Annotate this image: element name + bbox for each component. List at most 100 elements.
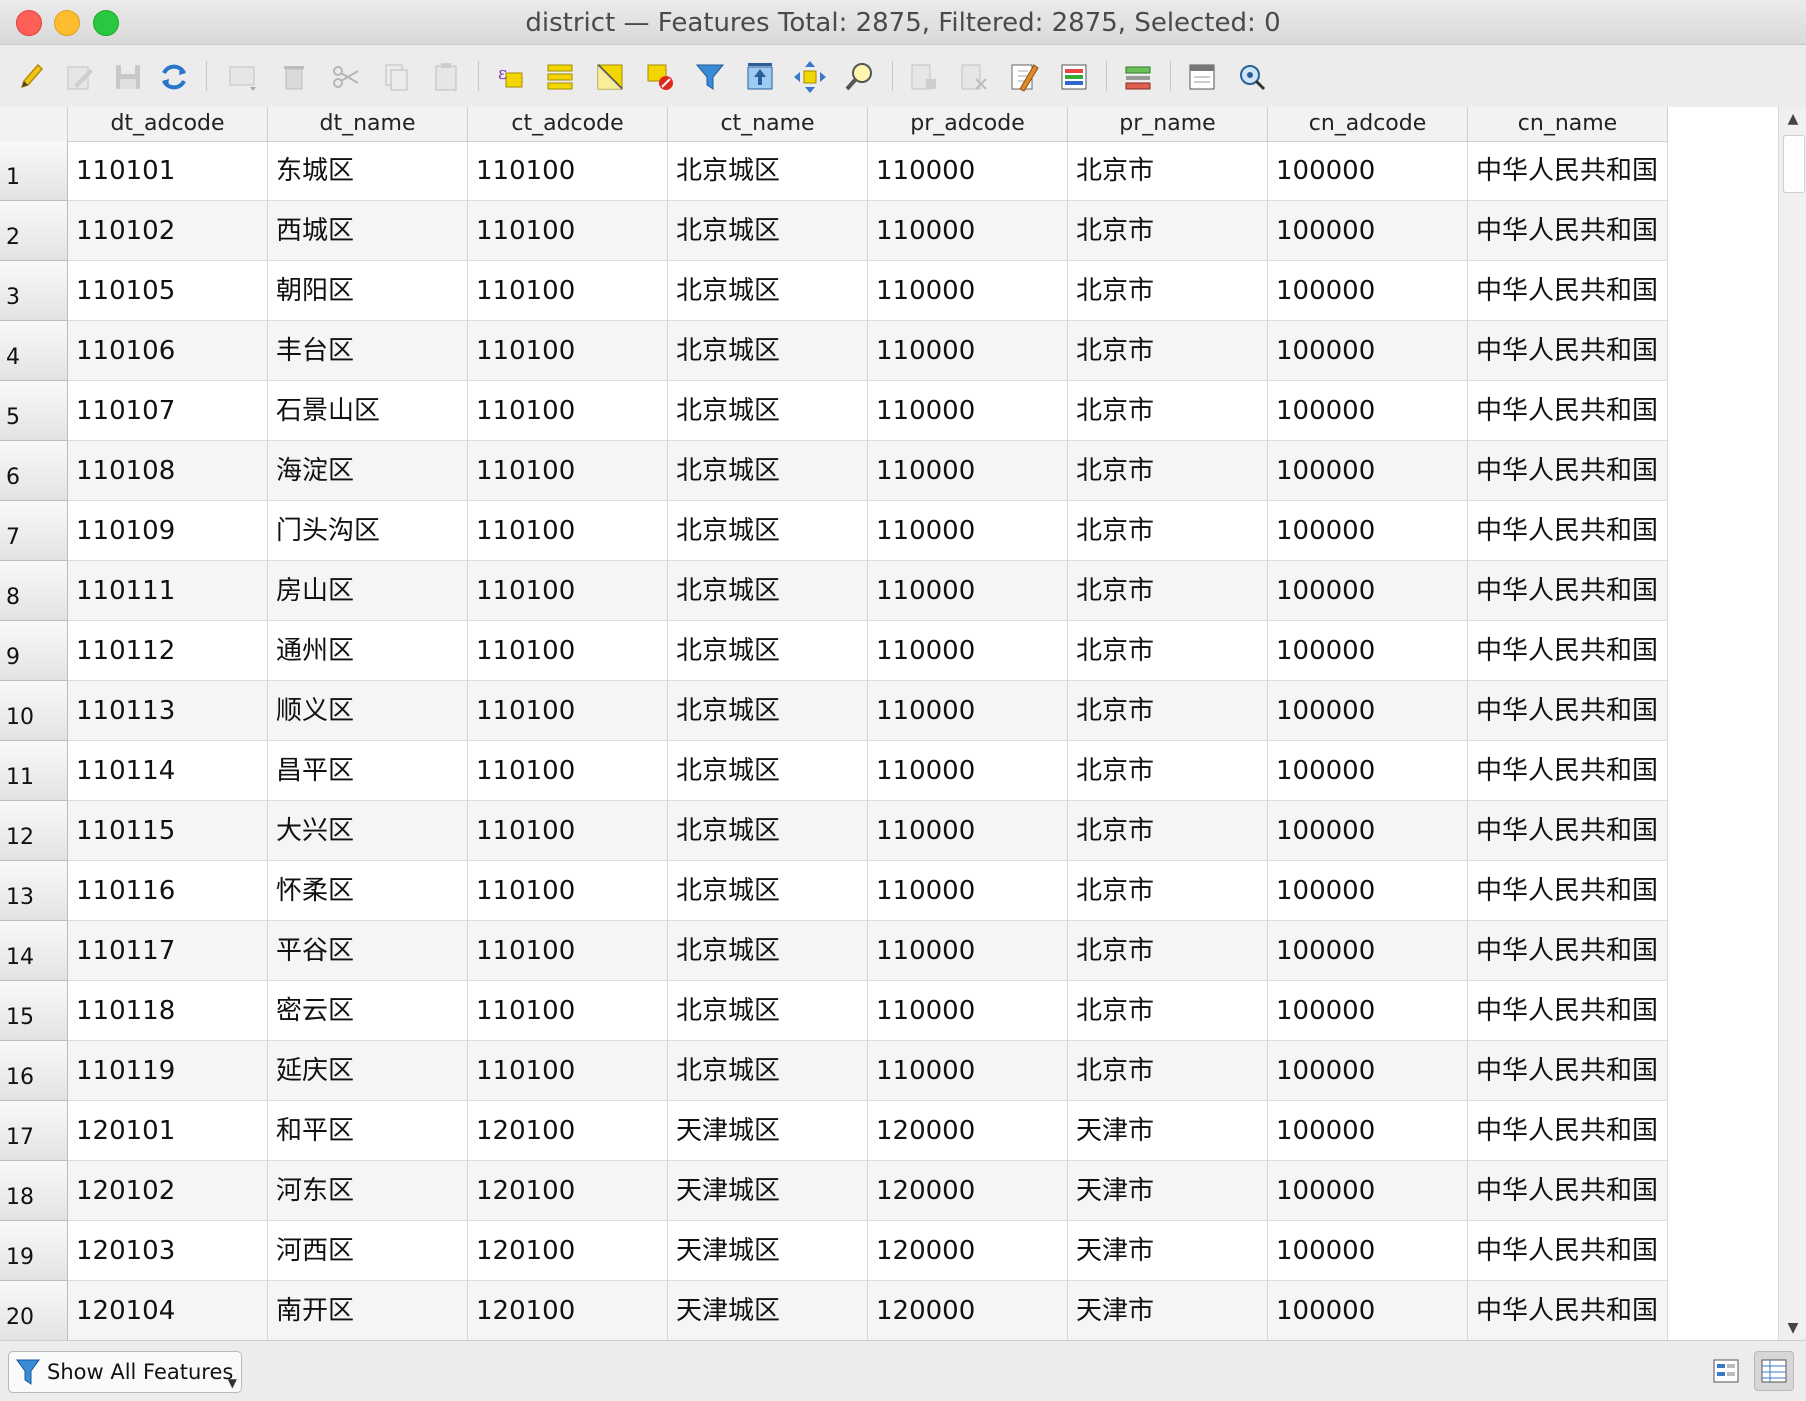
table-cell-dt_name[interactable]: 平谷区 bbox=[268, 921, 468, 981]
add-feature-icon[interactable] bbox=[222, 57, 262, 97]
table-row[interactable]: 5 110107 石景山区 110100 北京城区 110000 北京市 100000 中华人民… bbox=[0, 381, 1668, 441]
table-cell-cn_name[interactable]: 中华人民共和国 bbox=[1468, 861, 1668, 921]
table-cell-dt_name[interactable]: 丰台区 bbox=[268, 321, 468, 381]
table-cell-cn_adcode[interactable]: 100000 bbox=[1268, 1161, 1468, 1221]
table-cell-cn_adcode[interactable]: 100000 bbox=[1268, 861, 1468, 921]
table-cell-cn_name[interactable]: 中华人民共和国 bbox=[1468, 1161, 1668, 1221]
table-row[interactable]: 11 110114 昌平区 110100 北京城区 110000 北京市 100000 中华人民… bbox=[0, 741, 1668, 801]
table-cell-dt_adcode[interactable]: 110108 bbox=[68, 441, 268, 501]
table-cell-ct_adcode[interactable]: 110100 bbox=[468, 1041, 668, 1101]
table-cell-dt_adcode[interactable]: 120102 bbox=[68, 1161, 268, 1221]
table-cell-ct_adcode[interactable]: 120100 bbox=[468, 1281, 668, 1340]
column-header[interactable]: dt_name bbox=[268, 107, 468, 141]
table-cell-dt_adcode[interactable]: 110117 bbox=[68, 921, 268, 981]
table-cell-ct_adcode[interactable]: 110100 bbox=[468, 381, 668, 441]
table-cell-ct_name[interactable]: 北京城区 bbox=[668, 981, 868, 1041]
row-number-header[interactable]: 5 bbox=[0, 381, 68, 441]
table-cell-cn_name[interactable]: 中华人民共和国 bbox=[1468, 1221, 1668, 1281]
table-cell-dt_adcode[interactable]: 110113 bbox=[68, 681, 268, 741]
table-cell-pr_name[interactable]: 北京市 bbox=[1068, 201, 1268, 261]
table-cell-pr_name[interactable]: 北京市 bbox=[1068, 321, 1268, 381]
row-number-header[interactable]: 15 bbox=[0, 981, 68, 1041]
table-cell-cn_adcode[interactable]: 100000 bbox=[1268, 621, 1468, 681]
table-cell-dt_adcode[interactable]: 110106 bbox=[68, 321, 268, 381]
table-cell-ct_adcode[interactable]: 110100 bbox=[468, 141, 668, 201]
table-cell-dt_adcode[interactable]: 110109 bbox=[68, 501, 268, 561]
column-header[interactable]: dt_adcode bbox=[68, 107, 268, 141]
table-cell-cn_adcode[interactable]: 100000 bbox=[1268, 141, 1468, 201]
save-edits-icon[interactable] bbox=[108, 57, 148, 97]
select-all-icon[interactable] bbox=[540, 57, 580, 97]
table-cell-pr_adcode[interactable]: 110000 bbox=[868, 681, 1068, 741]
table-cell-cn_name[interactable]: 中华人民共和国 bbox=[1468, 201, 1668, 261]
table-cell-ct_name[interactable]: 北京城区 bbox=[668, 801, 868, 861]
table-cell-cn_name[interactable]: 中华人民共和国 bbox=[1468, 981, 1668, 1041]
row-number-header[interactable]: 13 bbox=[0, 861, 68, 921]
table-cell-dt_name[interactable]: 东城区 bbox=[268, 141, 468, 201]
table-row[interactable]: 20 120104 南开区 120100 天津城区 120000 天津市 100000 中华人民… bbox=[0, 1281, 1668, 1340]
table-cell-pr_adcode[interactable]: 120000 bbox=[868, 1221, 1068, 1281]
table-cell-cn_adcode[interactable]: 100000 bbox=[1268, 681, 1468, 741]
form-view-icon[interactable] bbox=[1706, 1351, 1746, 1391]
table-cell-pr_adcode[interactable]: 110000 bbox=[868, 921, 1068, 981]
table-cell-cn_adcode[interactable]: 100000 bbox=[1268, 981, 1468, 1041]
table-cell-dt_name[interactable]: 顺义区 bbox=[268, 681, 468, 741]
table-cell-cn_name[interactable]: 中华人民共和国 bbox=[1468, 561, 1668, 621]
table-cell-dt_adcode[interactable]: 110119 bbox=[68, 1041, 268, 1101]
table-cell-ct_name[interactable]: 北京城区 bbox=[668, 921, 868, 981]
attribute-table[interactable]: dt_adcode dt_name ct_adcode ct_name pr_a… bbox=[0, 107, 1778, 1340]
table-cell-cn_name[interactable]: 中华人民共和国 bbox=[1468, 801, 1668, 861]
table-cell-pr_name[interactable]: 天津市 bbox=[1068, 1221, 1268, 1281]
table-cell-dt_name[interactable]: 延庆区 bbox=[268, 1041, 468, 1101]
table-cell-dt_adcode[interactable]: 110112 bbox=[68, 621, 268, 681]
column-header[interactable]: pr_adcode bbox=[868, 107, 1068, 141]
table-cell-pr_name[interactable]: 北京市 bbox=[1068, 621, 1268, 681]
table-cell-pr_adcode[interactable]: 110000 bbox=[868, 741, 1068, 801]
table-cell-ct_name[interactable]: 天津城区 bbox=[668, 1281, 868, 1340]
table-cell-ct_adcode[interactable]: 110100 bbox=[468, 741, 668, 801]
table-cell-ct_adcode[interactable]: 110100 bbox=[468, 321, 668, 381]
table-cell-pr_name[interactable]: 天津市 bbox=[1068, 1161, 1268, 1221]
column-header[interactable]: ct_adcode bbox=[468, 107, 668, 141]
reload-table-icon[interactable] bbox=[154, 57, 194, 97]
move-selection-to-top-icon[interactable] bbox=[740, 57, 780, 97]
table-cell-dt_adcode[interactable]: 110105 bbox=[68, 261, 268, 321]
table-cell-pr_name[interactable]: 北京市 bbox=[1068, 801, 1268, 861]
table-cell-pr_name[interactable]: 北京市 bbox=[1068, 921, 1268, 981]
table-cell-pr_adcode[interactable]: 120000 bbox=[868, 1281, 1068, 1340]
table-cell-dt_name[interactable]: 通州区 bbox=[268, 621, 468, 681]
table-cell-cn_adcode[interactable]: 100000 bbox=[1268, 1281, 1468, 1340]
table-cell-ct_adcode[interactable]: 110100 bbox=[468, 261, 668, 321]
table-cell-cn_adcode[interactable]: 100000 bbox=[1268, 561, 1468, 621]
delete-features-icon[interactable] bbox=[274, 57, 314, 97]
table-cell-ct_name[interactable]: 北京城区 bbox=[668, 561, 868, 621]
table-cell-dt_name[interactable]: 密云区 bbox=[268, 981, 468, 1041]
table-cell-dt_adcode[interactable]: 120103 bbox=[68, 1221, 268, 1281]
table-cell-dt_adcode[interactable]: 110118 bbox=[68, 981, 268, 1041]
table-cell-dt_adcode[interactable]: 120104 bbox=[68, 1281, 268, 1340]
table-cell-ct_name[interactable]: 北京城区 bbox=[668, 1041, 868, 1101]
row-number-header[interactable]: 10 bbox=[0, 681, 68, 741]
vertical-scrollbar[interactable]: ▲ ▼ bbox=[1778, 107, 1806, 1340]
dock-table-icon[interactable] bbox=[1182, 57, 1222, 97]
table-cell-cn_name[interactable]: 中华人民共和国 bbox=[1468, 321, 1668, 381]
table-cell-pr_name[interactable]: 北京市 bbox=[1068, 741, 1268, 801]
table-cell-pr_adcode[interactable]: 110000 bbox=[868, 1041, 1068, 1101]
organize-columns-icon[interactable] bbox=[1118, 57, 1158, 97]
column-header[interactable]: ct_name bbox=[668, 107, 868, 141]
table-cell-ct_adcode[interactable]: 110100 bbox=[468, 981, 668, 1041]
table-cell-dt_name[interactable]: 河东区 bbox=[268, 1161, 468, 1221]
table-row[interactable]: 19 120103 河西区 120100 天津城区 120000 天津市 100000 中华人民… bbox=[0, 1221, 1668, 1281]
table-cell-ct_adcode[interactable]: 110100 bbox=[468, 441, 668, 501]
table-row[interactable]: 14 110117 平谷区 110100 北京城区 110000 北京市 100000 中华人民… bbox=[0, 921, 1668, 981]
new-field-icon[interactable] bbox=[904, 57, 944, 97]
table-row[interactable]: 17 120101 和平区 120100 天津城区 120000 天津市 100000 中华人民… bbox=[0, 1101, 1668, 1161]
table-cell-ct_name[interactable]: 天津城区 bbox=[668, 1221, 868, 1281]
table-cell-cn_name[interactable]: 中华人民共和国 bbox=[1468, 1041, 1668, 1101]
column-header[interactable]: pr_name bbox=[1068, 107, 1268, 141]
table-cell-pr_name[interactable]: 北京市 bbox=[1068, 1041, 1268, 1101]
table-cell-cn_name[interactable]: 中华人民共和国 bbox=[1468, 501, 1668, 561]
table-row[interactable]: 8 110111 房山区 110100 北京城区 110000 北京市 100000 中华人民共… bbox=[0, 561, 1668, 621]
table-cell-pr_adcode[interactable]: 110000 bbox=[868, 441, 1068, 501]
table-cell-cn_adcode[interactable]: 100000 bbox=[1268, 1101, 1468, 1161]
